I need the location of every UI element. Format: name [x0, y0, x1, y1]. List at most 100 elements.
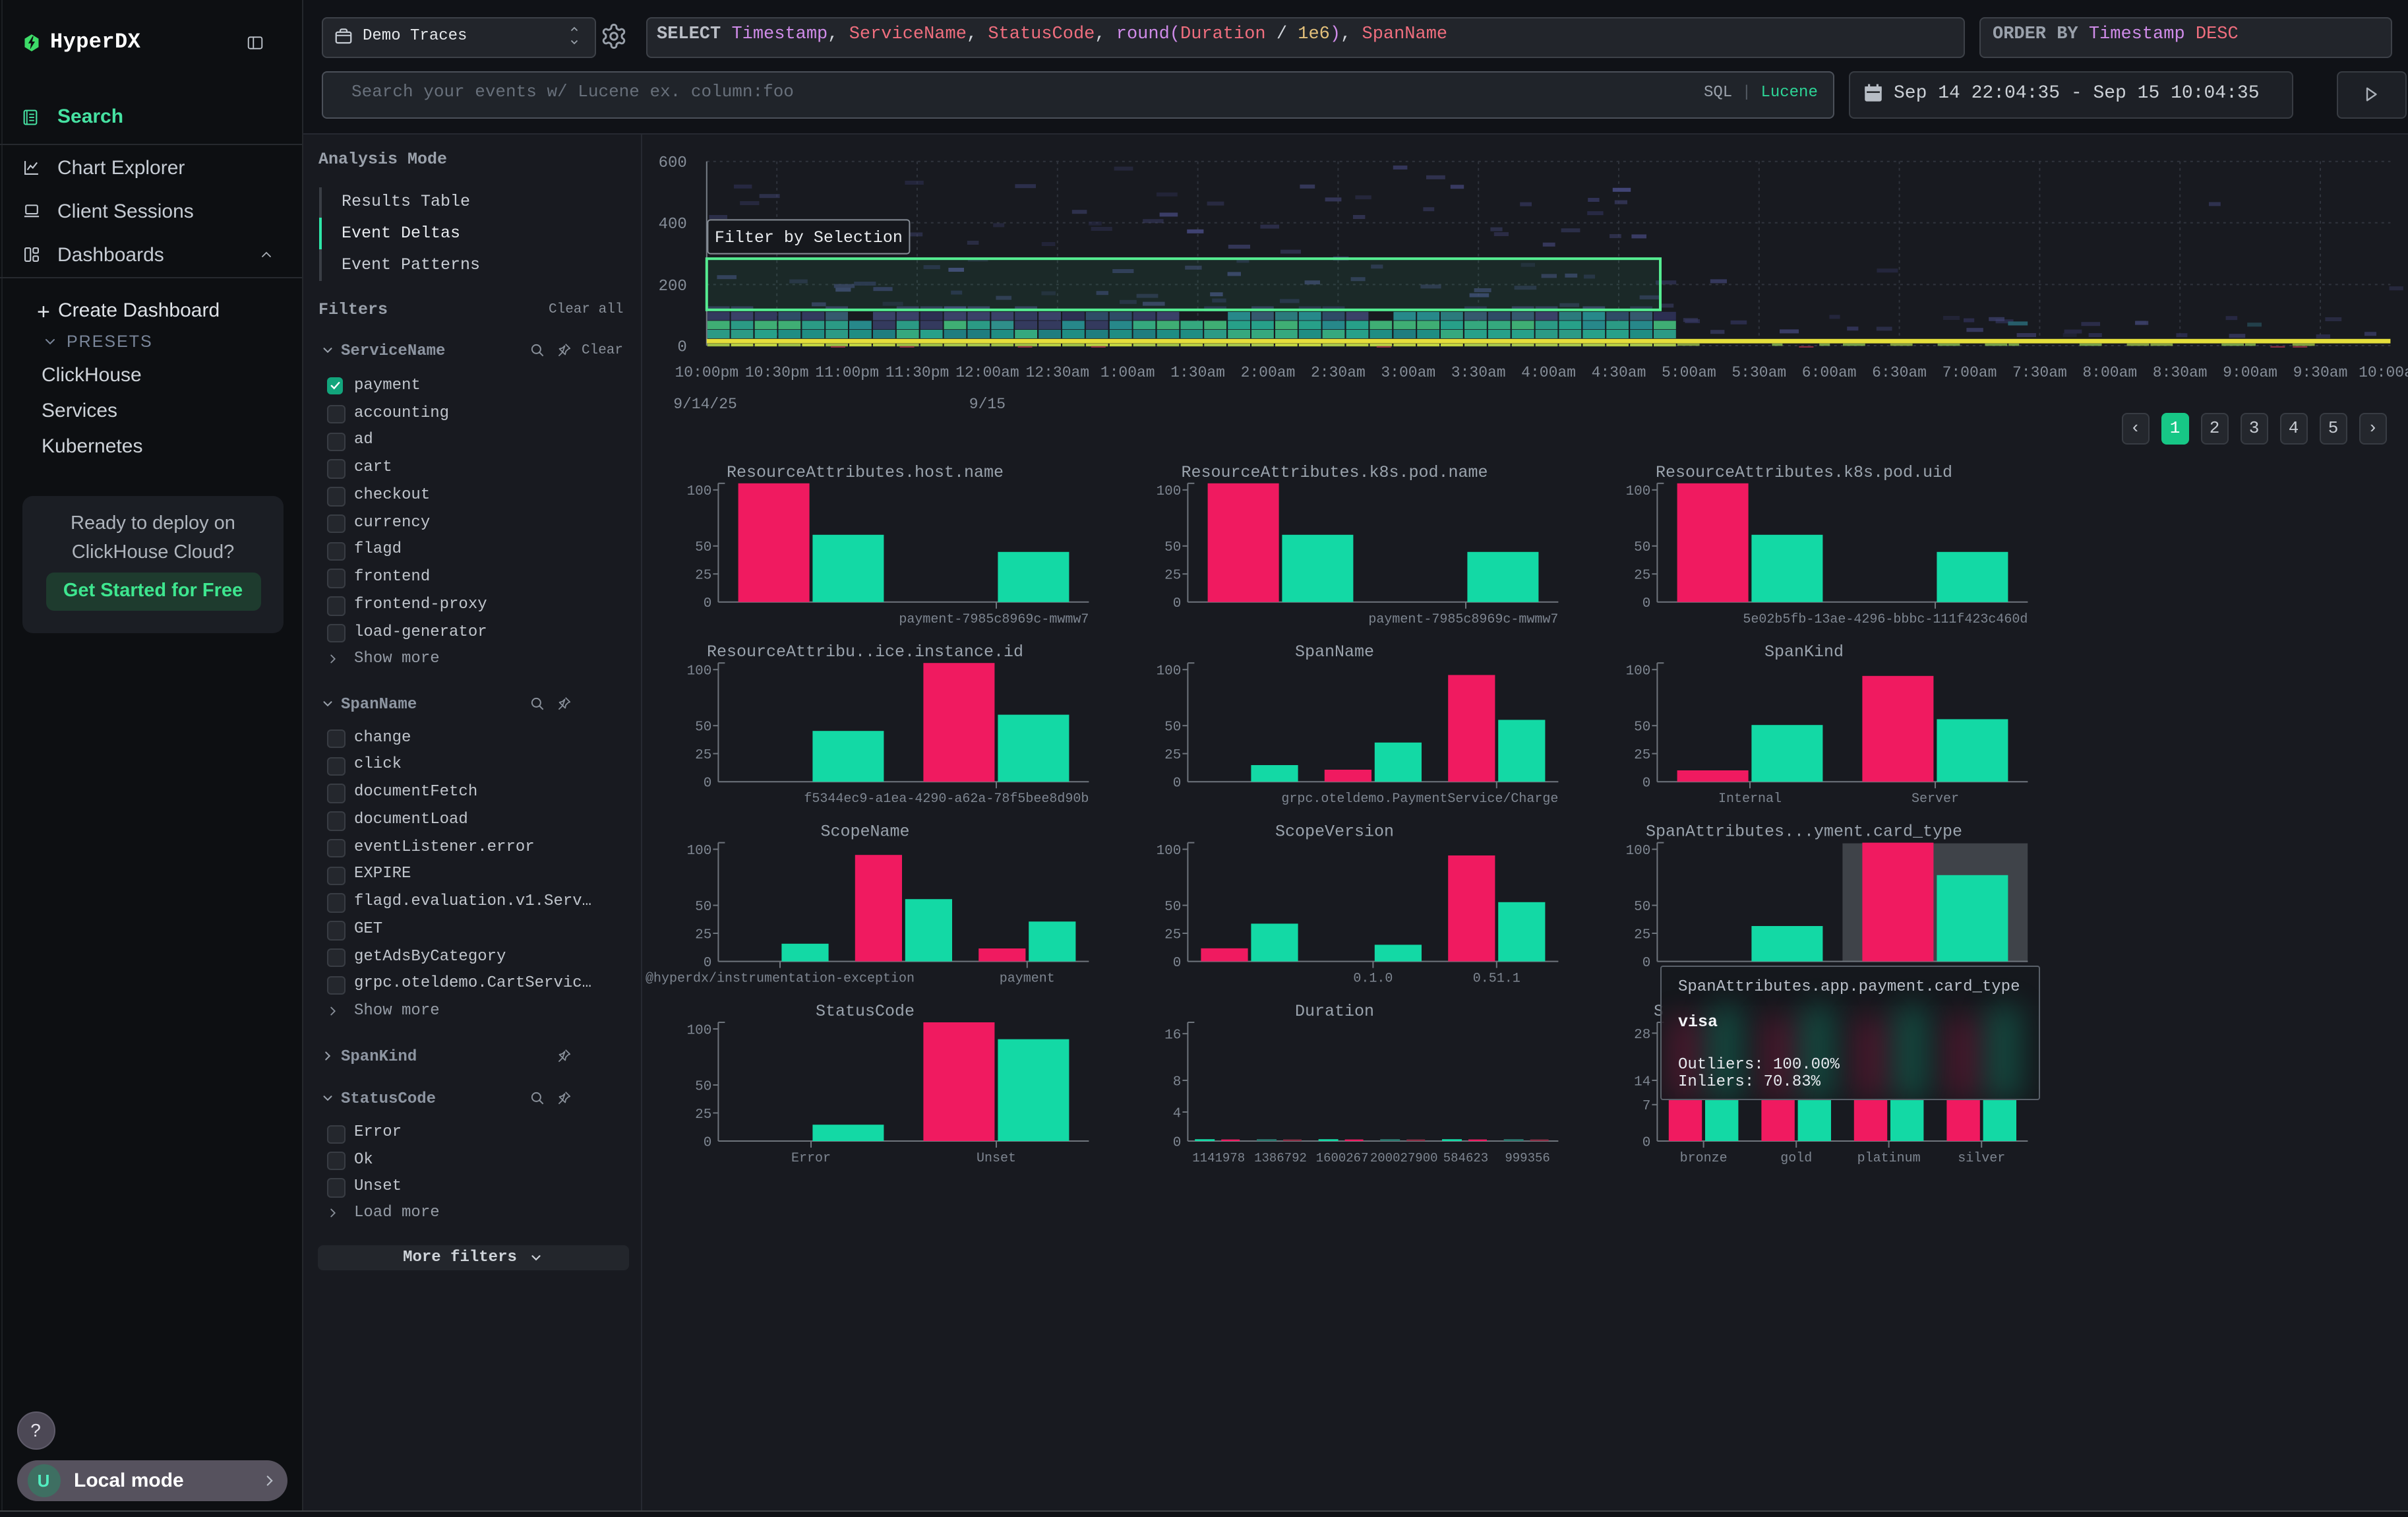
- svg-text:4:30am: 4:30am: [1592, 364, 1646, 381]
- svg-text:25: 25: [695, 748, 711, 763]
- svg-text:11:00pm: 11:00pm: [815, 364, 879, 381]
- svg-text:100: 100: [687, 844, 712, 859]
- svg-text:Unset: Unset: [977, 1151, 1016, 1166]
- svg-text:gold: gold: [1780, 1151, 1812, 1166]
- svg-text:50: 50: [695, 900, 711, 915]
- svg-text:1386792: 1386792: [1254, 1151, 1307, 1165]
- svg-text:0.51.1: 0.51.1: [1473, 972, 1520, 987]
- svg-text:0: 0: [704, 1135, 712, 1150]
- svg-text:payment-7985c8969c-mwmw7: payment-7985c8969c-mwmw7: [899, 612, 1089, 627]
- svg-text:5e02b5fb-13ae-4296-bbbc-111f42: 5e02b5fb-13ae-4296-bbbc-111f423c460d: [1743, 612, 2028, 627]
- svg-text:ScopeName: ScopeName: [820, 822, 909, 842]
- svg-text:Server: Server: [1911, 791, 1959, 807]
- svg-text:100: 100: [1157, 484, 1182, 499]
- svg-text:10:00am: 10:00am: [2359, 364, 2408, 381]
- svg-text:6:30am: 6:30am: [1872, 364, 1927, 381]
- svg-text:25: 25: [1164, 748, 1181, 763]
- svg-text:ScopeVersion: ScopeVersion: [1275, 822, 1394, 842]
- svg-text:ResourceAttributes.k8s.pod.nam: ResourceAttributes.k8s.pod.name: [1181, 463, 1488, 482]
- svg-text:1600267: 1600267: [1316, 1151, 1369, 1165]
- svg-text:25: 25: [1164, 927, 1181, 943]
- svg-text:ResourceAttributes.host.name: ResourceAttributes.host.name: [727, 463, 1004, 482]
- svg-text:1:30am: 1:30am: [1170, 364, 1225, 381]
- svg-text:50: 50: [695, 1079, 711, 1094]
- svg-text:ResourceAttributes.k8s.pod.uid: ResourceAttributes.k8s.pod.uid: [1656, 463, 1952, 482]
- svg-text:@hyperdx/instrumentation-excep: @hyperdx/instrumentation-exception: [646, 972, 915, 987]
- svg-text:0: 0: [704, 776, 712, 791]
- svg-text:25: 25: [1634, 569, 1650, 584]
- svg-text:6:00am: 6:00am: [1802, 364, 1857, 381]
- svg-text:platinum: platinum: [1857, 1151, 1921, 1166]
- svg-text:3:30am: 3:30am: [1451, 364, 1506, 381]
- svg-text:bronze: bronze: [1680, 1151, 1728, 1166]
- svg-text:8:30am: 8:30am: [2153, 364, 2208, 381]
- svg-text:584623: 584623: [1443, 1151, 1488, 1165]
- svg-text:7:30am: 7:30am: [2012, 364, 2067, 381]
- svg-text:200027900: 200027900: [1370, 1151, 1438, 1165]
- svg-text:100: 100: [1626, 484, 1651, 499]
- svg-text:1:00am: 1:00am: [1100, 364, 1155, 381]
- svg-text:100: 100: [687, 664, 712, 679]
- svg-text:grpc.oteldemo.PaymentService/C: grpc.oteldemo.PaymentService/Charge: [1281, 791, 1558, 807]
- svg-text:100: 100: [1626, 664, 1651, 679]
- svg-text:Error: Error: [791, 1151, 831, 1166]
- svg-text:9:30am: 9:30am: [2293, 364, 2348, 381]
- svg-text:12:30am: 12:30am: [1025, 364, 1089, 381]
- svg-text:600: 600: [659, 154, 687, 172]
- svg-text:silver: silver: [1958, 1151, 2005, 1166]
- svg-text:payment: payment: [1000, 972, 1055, 987]
- svg-text:25: 25: [695, 927, 711, 943]
- svg-text:100: 100: [1157, 664, 1182, 679]
- svg-text:0: 0: [1642, 596, 1651, 611]
- svg-text:0: 0: [704, 596, 712, 611]
- svg-text:200: 200: [659, 278, 687, 295]
- svg-text:14: 14: [1634, 1074, 1650, 1090]
- svg-text:25: 25: [1634, 927, 1650, 943]
- svg-text:10:00pm: 10:00pm: [675, 364, 738, 381]
- svg-text:100: 100: [1626, 844, 1651, 859]
- svg-text:10:30pm: 10:30pm: [745, 364, 809, 381]
- svg-text:Internal: Internal: [1718, 791, 1782, 807]
- svg-text:8: 8: [1173, 1074, 1182, 1090]
- svg-text:StatusCode: StatusCode: [816, 1002, 915, 1021]
- svg-text:Duration: Duration: [1295, 1002, 1374, 1021]
- svg-text:7:00am: 7:00am: [1942, 364, 1997, 381]
- svg-text:2:30am: 2:30am: [1311, 364, 1366, 381]
- svg-text:0: 0: [704, 956, 712, 971]
- svg-text:28: 28: [1634, 1028, 1650, 1043]
- svg-text:100: 100: [687, 484, 712, 499]
- svg-text:0: 0: [1173, 776, 1182, 791]
- svg-text:999356: 999356: [1505, 1151, 1550, 1165]
- svg-text:2:00am: 2:00am: [1241, 364, 1296, 381]
- svg-text:7: 7: [1642, 1099, 1651, 1114]
- svg-text:5:30am: 5:30am: [1731, 364, 1786, 381]
- svg-text:50: 50: [695, 720, 711, 735]
- svg-text:0.1.0: 0.1.0: [1353, 972, 1393, 987]
- svg-text:0: 0: [677, 338, 686, 356]
- svg-text:100: 100: [687, 1023, 712, 1038]
- svg-text:payment-7985c8969c-mwmw7: payment-7985c8969c-mwmw7: [1368, 612, 1558, 627]
- svg-text:25: 25: [1164, 569, 1181, 584]
- svg-text:0: 0: [1173, 596, 1182, 611]
- svg-text:SpanAttributes...yment.card_ty: SpanAttributes...yment.card_type: [1646, 822, 1962, 842]
- svg-text:0: 0: [1642, 776, 1651, 791]
- svg-text:50: 50: [1164, 720, 1181, 735]
- svg-text:9/14/25: 9/14/25: [673, 396, 737, 413]
- svg-text:400: 400: [659, 216, 687, 233]
- svg-text:0: 0: [1642, 1135, 1651, 1150]
- svg-text:50: 50: [1164, 540, 1181, 555]
- svg-text:25: 25: [1634, 748, 1650, 763]
- svg-text:16: 16: [1164, 1028, 1181, 1043]
- svg-text:50: 50: [1164, 900, 1181, 915]
- svg-text:100: 100: [1157, 844, 1182, 859]
- svg-text:50: 50: [1634, 720, 1650, 735]
- svg-text:4:00am: 4:00am: [1521, 364, 1576, 381]
- svg-text:0: 0: [1173, 1135, 1182, 1150]
- svg-text:3:00am: 3:00am: [1381, 364, 1435, 381]
- svg-text:ResourceAttribu..ice.instance.: ResourceAttribu..ice.instance.id: [707, 642, 1023, 662]
- svg-text:25: 25: [695, 1107, 711, 1123]
- svg-text:4: 4: [1173, 1106, 1182, 1121]
- svg-text:11:30pm: 11:30pm: [886, 364, 949, 381]
- svg-text:Filter by Selection: Filter by Selection: [715, 228, 903, 247]
- svg-text:12:00am: 12:00am: [955, 364, 1019, 381]
